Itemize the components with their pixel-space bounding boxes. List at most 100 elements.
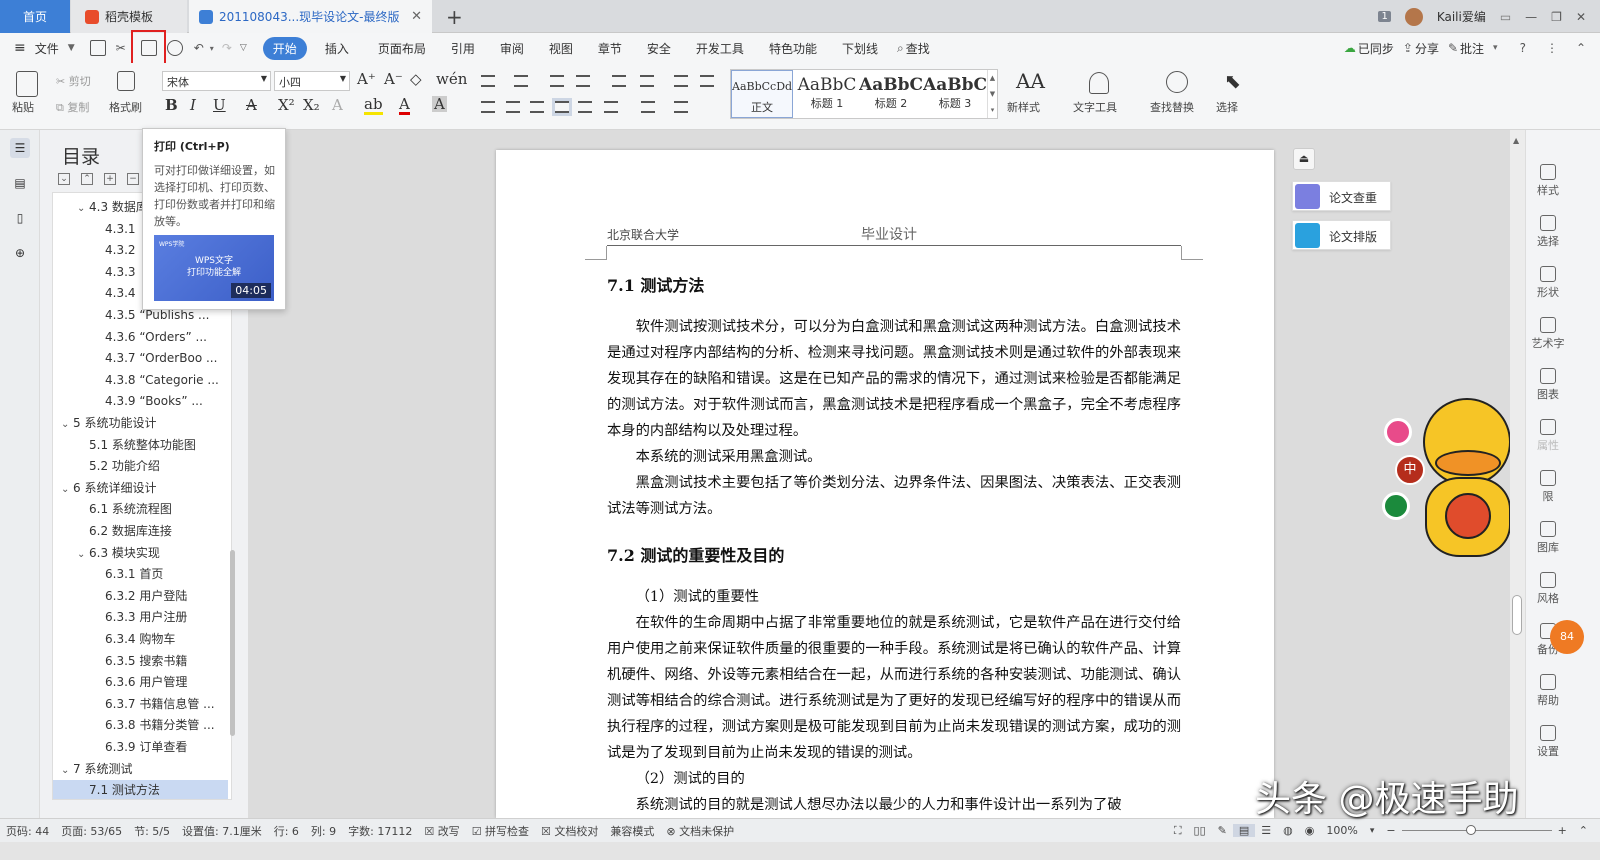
sync-status[interactable]: 已同步: [1356, 40, 1403, 57]
style-heading-3[interactable]: AaBbC 标题 3: [923, 70, 987, 118]
paper-check-button[interactable]: 论文查重: [1292, 181, 1391, 211]
add-heading-icon[interactable]: +: [104, 173, 116, 185]
tab-home[interactable]: 首页: [0, 0, 70, 33]
sort-icon[interactable]: [612, 75, 626, 87]
line-spacing-icon[interactable]: [640, 75, 654, 87]
border-icon[interactable]: [674, 101, 688, 113]
right-rail-item[interactable]: 帮助: [1526, 674, 1570, 708]
increase-indent-icon[interactable]: [576, 75, 590, 87]
minimize-icon[interactable]: —: [1525, 10, 1537, 24]
scroll-up-icon[interactable]: ▲: [1513, 136, 1519, 145]
status-page[interactable]: 页面: 53/65: [55, 823, 128, 839]
print-preview-icon[interactable]: [166, 40, 183, 56]
remove-heading-icon[interactable]: −: [127, 173, 139, 185]
chevron-down-icon[interactable]: ▾: [1493, 43, 1498, 53]
read-mode-icon[interactable]: ▯▯: [1188, 824, 1212, 837]
select-button[interactable]: 选择: [1216, 99, 1238, 115]
style-heading-1[interactable]: AaBbC 标题 1: [795, 70, 859, 118]
find-button[interactable]: 查找: [904, 40, 939, 57]
toc-item[interactable]: 6.1 系统流程图: [53, 499, 228, 520]
column-icon[interactable]: [674, 75, 688, 87]
menu-underline[interactable]: 下划线: [826, 40, 887, 57]
toc-item[interactable]: 5.1 系统整体功能图: [53, 435, 228, 456]
tab-document[interactable]: 201108043...现毕设论文-最终版 ✕: [189, 0, 432, 33]
right-rail-item[interactable]: 艺术字: [1526, 317, 1570, 351]
toc-item[interactable]: 6.3.2 用户登陆: [53, 586, 228, 607]
font-name-select[interactable]: 宋体 ▼: [162, 71, 271, 91]
collapse-all-icon[interactable]: ⌄: [58, 173, 70, 185]
toc-item[interactable]: 4.3.6 “Orders” ...: [53, 327, 228, 348]
close-window-icon[interactable]: ✕: [1576, 10, 1586, 24]
document-scrollbar[interactable]: ▲: [1510, 130, 1525, 818]
skin-icon[interactable]: ▭: [1500, 10, 1511, 24]
restore-icon[interactable]: ❐: [1551, 10, 1562, 24]
zoom-level[interactable]: 100%: [1320, 824, 1363, 837]
phonetic-icon[interactable]: wén: [436, 70, 467, 88]
italic-icon[interactable]: I: [190, 96, 196, 114]
more-icon[interactable]: ⋮: [1546, 41, 1558, 55]
grow-font-icon[interactable]: A⁺: [357, 70, 376, 88]
chevron-down-icon[interactable]: ⌄: [61, 414, 73, 434]
menu-chapter[interactable]: 章节: [582, 40, 631, 57]
toc-item[interactable]: 4.3.9 “Books” ...: [53, 391, 228, 412]
char-shading-icon[interactable]: A: [432, 96, 447, 112]
toc-item[interactable]: 4.3.8 “Categorie ...: [53, 370, 228, 391]
font-color-icon[interactable]: A: [399, 96, 410, 115]
toc-item[interactable]: ⌄ 6 系统详细设计: [53, 478, 228, 499]
ime-badge[interactable]: 中: [1395, 455, 1425, 485]
toc-item[interactable]: ⌄ 7 系统测试: [53, 759, 228, 780]
zoom-thumb[interactable]: [1465, 824, 1476, 835]
notification-count-badge[interactable]: 84: [1550, 620, 1584, 654]
menu-start[interactable]: 开始: [262, 36, 307, 60]
float-green-icon[interactable]: [1382, 492, 1410, 520]
redo-icon[interactable]: ↷: [222, 41, 232, 55]
right-rail-item[interactable]: 图库: [1526, 521, 1570, 555]
align-right-icon[interactable]: [530, 101, 544, 113]
strikethrough-icon[interactable]: A: [246, 96, 257, 114]
text-effect-icon[interactable]: A: [332, 96, 343, 114]
toc-item[interactable]: 6.2 数据库连接: [53, 521, 228, 542]
highlight-color-icon[interactable]: ab: [364, 96, 383, 115]
toc-item[interactable]: 6.3.8 书籍分类管 ...: [53, 715, 228, 736]
output-icon[interactable]: ✂: [116, 41, 126, 55]
share-button[interactable]: 分享: [1413, 40, 1448, 57]
menu-review[interactable]: 审阅: [484, 40, 533, 57]
text-tools-button[interactable]: 文字工具: [1073, 99, 1117, 115]
bullet-list-icon[interactable]: [481, 75, 495, 87]
format-painter-button[interactable]: 格式刷: [109, 99, 142, 115]
zoom-out-icon[interactable]: −: [1380, 824, 1401, 837]
bold-icon[interactable]: B: [165, 96, 178, 114]
right-rail-item[interactable]: 属性: [1526, 419, 1570, 453]
toc-item[interactable]: 6.3.3 用户注册: [53, 607, 228, 628]
toc-item[interactable]: 6.3.1 首页: [53, 564, 228, 585]
show-hide-icon[interactable]: [700, 75, 714, 87]
toc-item[interactable]: ⌄ 6.3 模块实现: [53, 543, 228, 564]
toc-item[interactable]: ⌄ 5 系统功能设计: [53, 413, 228, 434]
new-style-icon[interactable]: AA: [1016, 69, 1045, 93]
superscript-icon[interactable]: X²: [278, 96, 295, 114]
compat-mode[interactable]: 兼容模式: [604, 823, 660, 839]
help-icon[interactable]: ?: [1520, 41, 1526, 55]
tooltip-video-thumbnail[interactable]: WPS学院 WPS文字 打印功能全解 04:05: [154, 235, 274, 301]
user-name[interactable]: Kaili爱编: [1437, 8, 1486, 25]
subscript-icon[interactable]: X₂: [303, 96, 320, 114]
overwrite-toggle[interactable]: ☒ 改写: [418, 823, 465, 839]
toc-item[interactable]: 6.3.5 搜索书籍: [53, 651, 228, 672]
right-rail-item[interactable]: 设置: [1526, 725, 1570, 759]
decrease-indent-icon[interactable]: [550, 75, 564, 87]
write-mode-icon[interactable]: ✎: [1212, 824, 1233, 837]
paste-icon[interactable]: [16, 71, 38, 97]
toc-scrollbar[interactable]: [230, 550, 235, 736]
document-page[interactable]: 北京联合大学 毕业设计 7.1 测试方法 软件测试按测试技术分，可以分为白盒测试…: [496, 150, 1274, 818]
toc-item[interactable]: 5.2 功能介绍: [53, 456, 228, 477]
avatar[interactable]: [1404, 7, 1423, 26]
right-rail-item[interactable]: 限: [1526, 470, 1570, 504]
fullscreen-icon[interactable]: ⛶: [1168, 824, 1188, 838]
menu-references[interactable]: 引用: [435, 40, 484, 57]
bookmark-icon[interactable]: ▯: [10, 208, 30, 228]
status-words[interactable]: 字数: 17112: [342, 823, 418, 839]
float-pink-icon[interactable]: [1384, 418, 1412, 446]
underline-icon[interactable]: U: [213, 96, 226, 114]
menu-developer[interactable]: 开发工具: [680, 40, 753, 57]
toc-item[interactable]: 7.1 测试方法: [53, 780, 228, 799]
